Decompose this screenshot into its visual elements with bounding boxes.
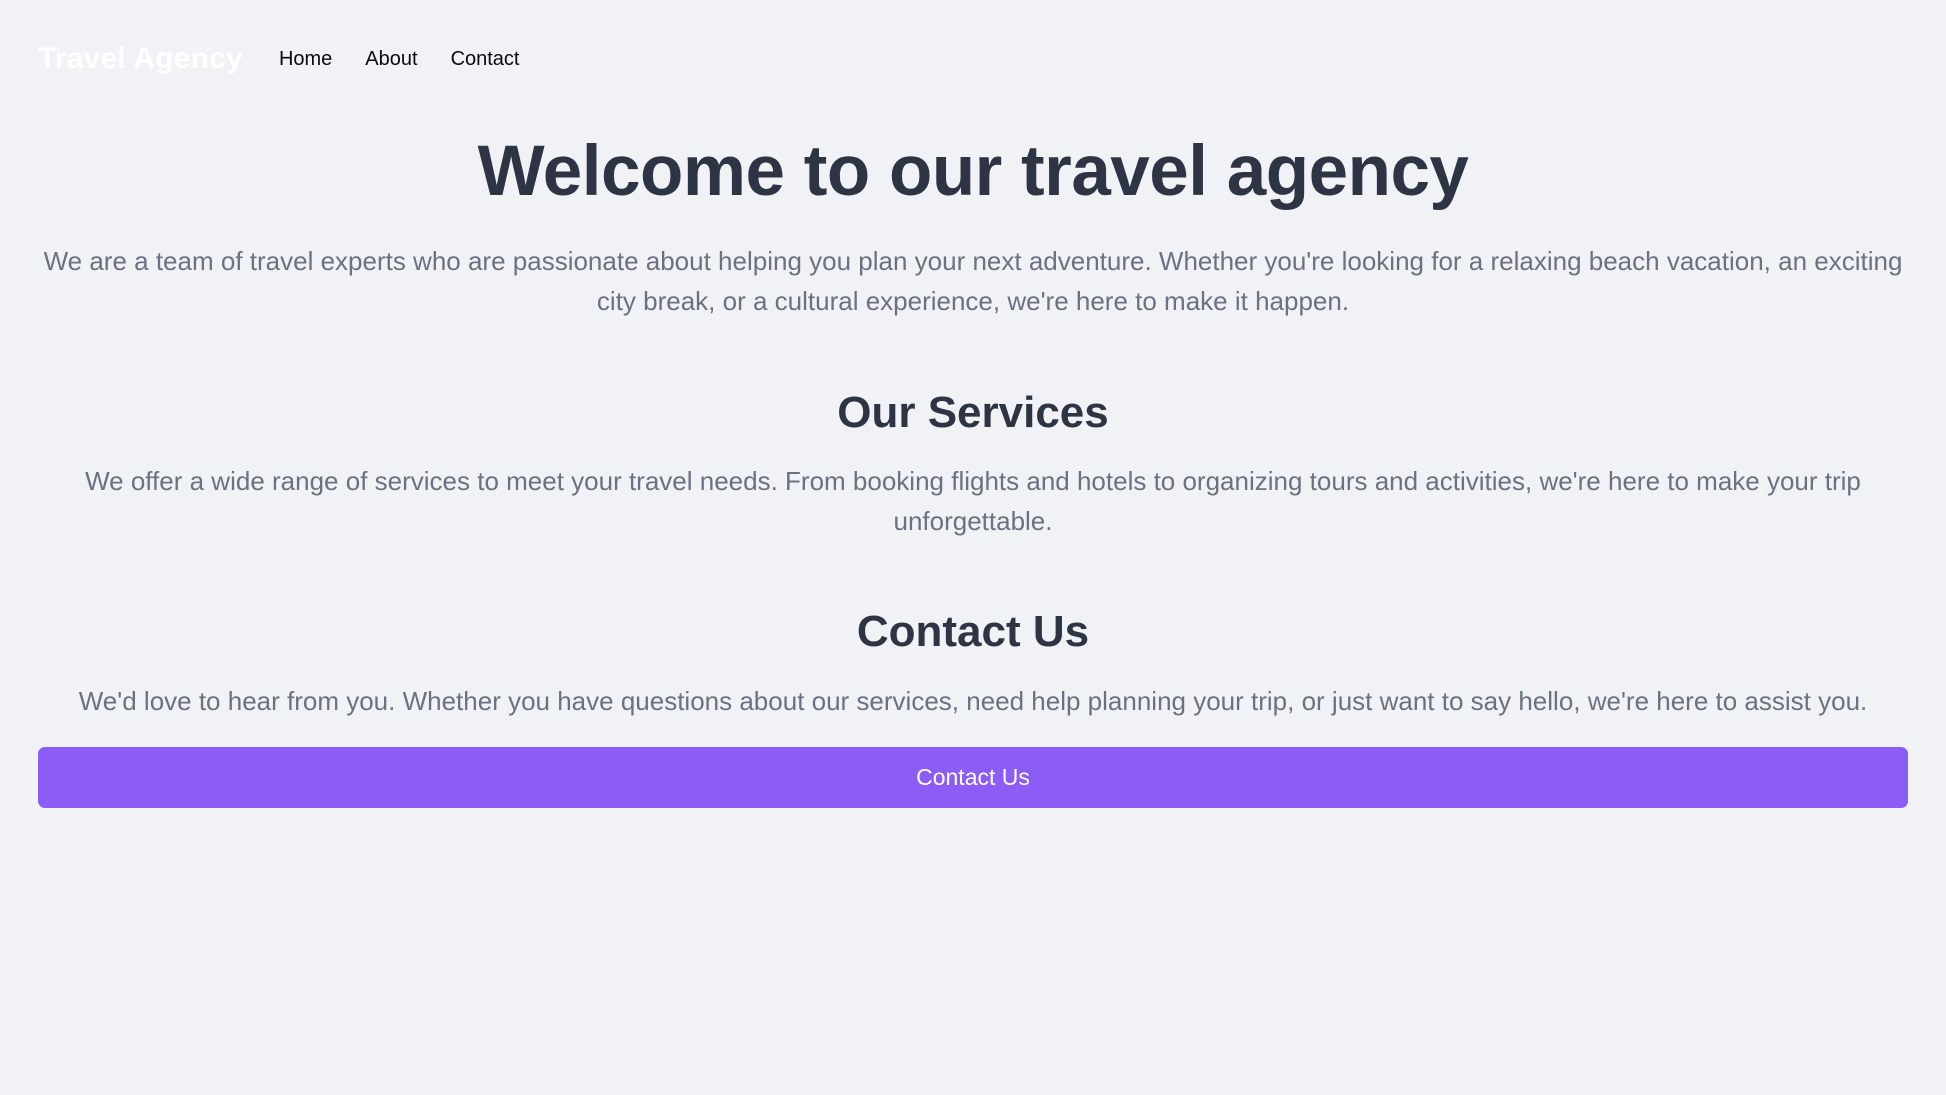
hero-subtitle: We are a team of travel experts who are … [43,245,1903,317]
brand-logo[interactable]: Travel Agency [38,44,243,74]
contact-title: Contact Us [856,607,1090,657]
nav-links: Home About Contact [279,45,520,73]
bottom-spacer [38,808,1908,1008]
contact-section: Contact Us We'd love to hear from you. W… [38,541,1908,808]
services-text: We offer a wide range of services to mee… [85,465,1861,537]
hero-section: Welcome to our travel agency We are a te… [38,92,1908,322]
nav-link-home[interactable]: Home [279,45,332,73]
navbar: Travel Agency Home About Contact [0,0,1946,92]
contact-text: We'd love to hear from you. Whether you … [78,685,1868,716]
cta-wrapper: Contact Us [38,746,1908,808]
services-section: Our Services We offer a wide range of se… [38,322,1908,542]
page-content: Welcome to our travel agency We are a te… [0,92,1946,1008]
nav-link-contact[interactable]: Contact [451,45,520,73]
contact-us-button[interactable]: Contact Us [38,746,1908,808]
services-title: Our Services [837,387,1109,437]
nav-link-about[interactable]: About [365,45,417,73]
page-title: Welcome to our travel agency [477,132,1469,211]
